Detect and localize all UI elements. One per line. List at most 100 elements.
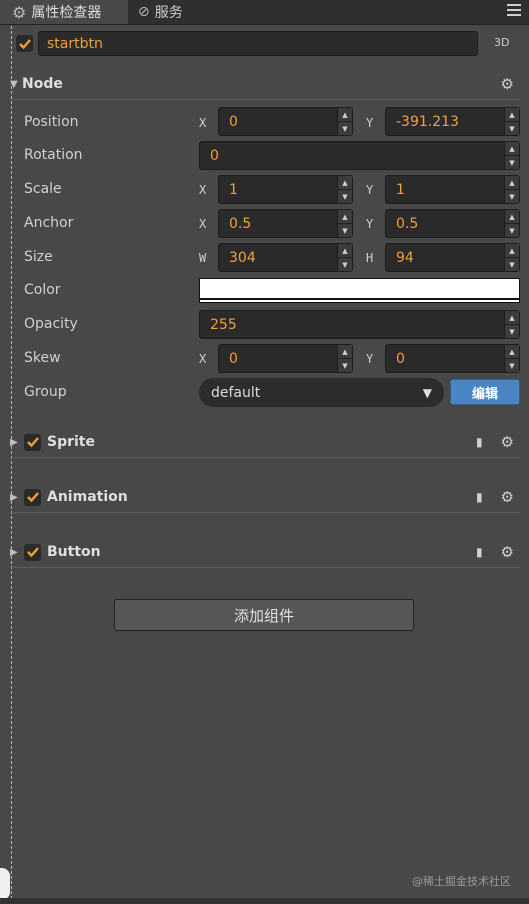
size-h-stepper[interactable]: ▲ ▼ bbox=[504, 244, 519, 271]
tab-bar: ⚙ 属性检查器 ⊘ 服务 bbox=[0, 0, 529, 25]
skew-label: Skew bbox=[24, 350, 61, 366]
gear-icon: ⚙ bbox=[12, 2, 27, 22]
expand-triangle-icon[interactable]: ▶ bbox=[10, 437, 22, 448]
anchor-y-stepper[interactable]: ▲ ▼ bbox=[504, 210, 519, 237]
anchor-y-value: 0.5 bbox=[396, 215, 419, 232]
skew-y-stepper[interactable]: ▲ ▼ bbox=[504, 345, 519, 372]
tab-services[interactable]: ⊘ 服务 bbox=[138, 0, 183, 24]
3d-toggle-label[interactable]: 3D bbox=[494, 36, 509, 49]
position-x-value: 0 bbox=[229, 113, 238, 130]
size-label: Size bbox=[24, 249, 53, 265]
anchor-x-stepper[interactable]: ▲ ▼ bbox=[337, 210, 352, 237]
anchor-x-input[interactable]: 0.5 ▲ ▼ bbox=[218, 209, 353, 238]
scale-x-axis-label: X bbox=[199, 183, 207, 197]
checkmark-icon bbox=[26, 547, 39, 558]
size-h-axis-label: H bbox=[366, 251, 374, 265]
position-label: Position bbox=[24, 114, 79, 130]
link-icon: ⊘ bbox=[138, 4, 150, 20]
anchor-x-value: 0.5 bbox=[229, 215, 252, 232]
rotation-value: 0 bbox=[210, 147, 219, 164]
help-book-icon[interactable]: ▮ bbox=[476, 545, 483, 559]
edge-decoration bbox=[0, 868, 10, 900]
opacity-input[interactable]: 255 ▲ ▼ bbox=[199, 310, 520, 339]
skew-y-input[interactable]: 0 ▲ ▼ bbox=[385, 344, 520, 373]
group-edit-button[interactable]: 编辑 bbox=[450, 379, 520, 405]
color-picker-swatch[interactable] bbox=[199, 278, 520, 303]
scale-y-axis-label: Y bbox=[366, 183, 374, 197]
scale-y-stepper[interactable]: ▲ ▼ bbox=[504, 176, 519, 203]
node-section-header[interactable]: ▼ Node ⚙ bbox=[10, 69, 520, 100]
panel-menu-icon[interactable] bbox=[507, 4, 521, 19]
button-enabled-checkbox[interactable] bbox=[24, 543, 41, 561]
opacity-stepper[interactable]: ▲ ▼ bbox=[504, 311, 519, 338]
animation-settings-gear-icon[interactable]: ⚙ bbox=[501, 488, 514, 506]
help-book-icon[interactable]: ▮ bbox=[476, 490, 483, 504]
skew-y-value: 0 bbox=[396, 350, 405, 367]
help-book-icon[interactable]: ▮ bbox=[476, 435, 483, 449]
position-x-input[interactable]: 0 ▲ ▼ bbox=[218, 107, 353, 136]
tab-inspector-label: 属性检查器 bbox=[31, 5, 102, 21]
node-settings-gear-icon[interactable]: ⚙ bbox=[501, 75, 514, 93]
position-x-stepper[interactable]: ▲ ▼ bbox=[337, 108, 352, 135]
node-name-value: startbtn bbox=[47, 35, 103, 52]
guide-dashed-line bbox=[11, 26, 12, 904]
size-w-value: 304 bbox=[229, 249, 256, 266]
position-y-input[interactable]: -391.213 ▲ ▼ bbox=[385, 107, 520, 136]
scale-y-input[interactable]: 1 ▲ ▼ bbox=[385, 175, 520, 204]
opacity-label: Opacity bbox=[24, 316, 78, 332]
position-y-value: -391.213 bbox=[396, 113, 459, 130]
checkmark-icon bbox=[26, 492, 39, 503]
skew-x-value: 0 bbox=[229, 350, 238, 367]
size-w-axis-label: W bbox=[199, 251, 207, 265]
watermark-text: @稀土掘金技术社区 bbox=[412, 875, 511, 888]
anchor-y-axis-label: Y bbox=[366, 217, 374, 231]
rotation-input[interactable]: 0 ▲ ▼ bbox=[199, 141, 520, 170]
checkmark-icon bbox=[26, 437, 39, 448]
dropdown-arrow-icon: ▼ bbox=[422, 385, 432, 400]
node-active-checkbox[interactable] bbox=[16, 35, 33, 52]
expand-triangle-icon[interactable]: ▶ bbox=[10, 492, 22, 503]
skew-y-axis-label: Y bbox=[366, 352, 374, 366]
scale-label: Scale bbox=[24, 181, 62, 197]
skew-x-stepper[interactable]: ▲ ▼ bbox=[337, 345, 352, 372]
scale-y-value: 1 bbox=[396, 181, 405, 198]
collapse-triangle-icon[interactable]: ▼ bbox=[10, 79, 22, 90]
rotation-stepper[interactable]: ▲ ▼ bbox=[504, 142, 519, 169]
size-h-value: 94 bbox=[396, 249, 414, 266]
skew-x-axis-label: X bbox=[199, 352, 207, 366]
tab-services-label: 服务 bbox=[154, 5, 183, 21]
opacity-value: 255 bbox=[210, 316, 237, 333]
sprite-enabled-checkbox[interactable] bbox=[24, 433, 41, 451]
group-label: Group bbox=[24, 384, 67, 400]
button-component-title: Button bbox=[47, 544, 101, 560]
button-component-header[interactable]: ▶ Button ▮ ⚙ bbox=[10, 537, 520, 568]
size-w-input[interactable]: 304 ▲ ▼ bbox=[218, 243, 353, 272]
position-y-stepper[interactable]: ▲ ▼ bbox=[504, 108, 519, 135]
animation-component-title: Animation bbox=[47, 489, 128, 505]
size-h-input[interactable]: 94 ▲ ▼ bbox=[385, 243, 520, 272]
checkmark-icon bbox=[18, 38, 31, 49]
color-label: Color bbox=[24, 282, 61, 298]
skew-x-input[interactable]: 0 ▲ ▼ bbox=[218, 344, 353, 373]
animation-component-header[interactable]: ▶ Animation ▮ ⚙ bbox=[10, 482, 520, 513]
sprite-component-title: Sprite bbox=[47, 434, 95, 450]
button-settings-gear-icon[interactable]: ⚙ bbox=[501, 543, 514, 561]
expand-triangle-icon[interactable]: ▶ bbox=[10, 547, 22, 558]
scale-x-value: 1 bbox=[229, 181, 238, 198]
sprite-settings-gear-icon[interactable]: ⚙ bbox=[501, 433, 514, 451]
node-name-input[interactable]: startbtn bbox=[38, 31, 478, 56]
scale-x-input[interactable]: 1 ▲ ▼ bbox=[218, 175, 353, 204]
group-select[interactable]: default ▼ bbox=[199, 378, 444, 407]
rotation-label: Rotation bbox=[24, 147, 83, 163]
add-component-button[interactable]: 添加组件 bbox=[114, 599, 414, 631]
anchor-label: Anchor bbox=[24, 215, 74, 231]
sprite-component-header[interactable]: ▶ Sprite ▮ ⚙ bbox=[10, 427, 520, 458]
group-select-value: default bbox=[211, 384, 261, 401]
scale-x-stepper[interactable]: ▲ ▼ bbox=[337, 176, 352, 203]
bottom-edge bbox=[0, 898, 529, 904]
anchor-y-input[interactable]: 0.5 ▲ ▼ bbox=[385, 209, 520, 238]
size-w-stepper[interactable]: ▲ ▼ bbox=[337, 244, 352, 271]
animation-enabled-checkbox[interactable] bbox=[24, 488, 41, 506]
position-y-axis-label: Y bbox=[366, 116, 374, 130]
tab-inspector[interactable]: ⚙ 属性检查器 bbox=[0, 0, 128, 24]
